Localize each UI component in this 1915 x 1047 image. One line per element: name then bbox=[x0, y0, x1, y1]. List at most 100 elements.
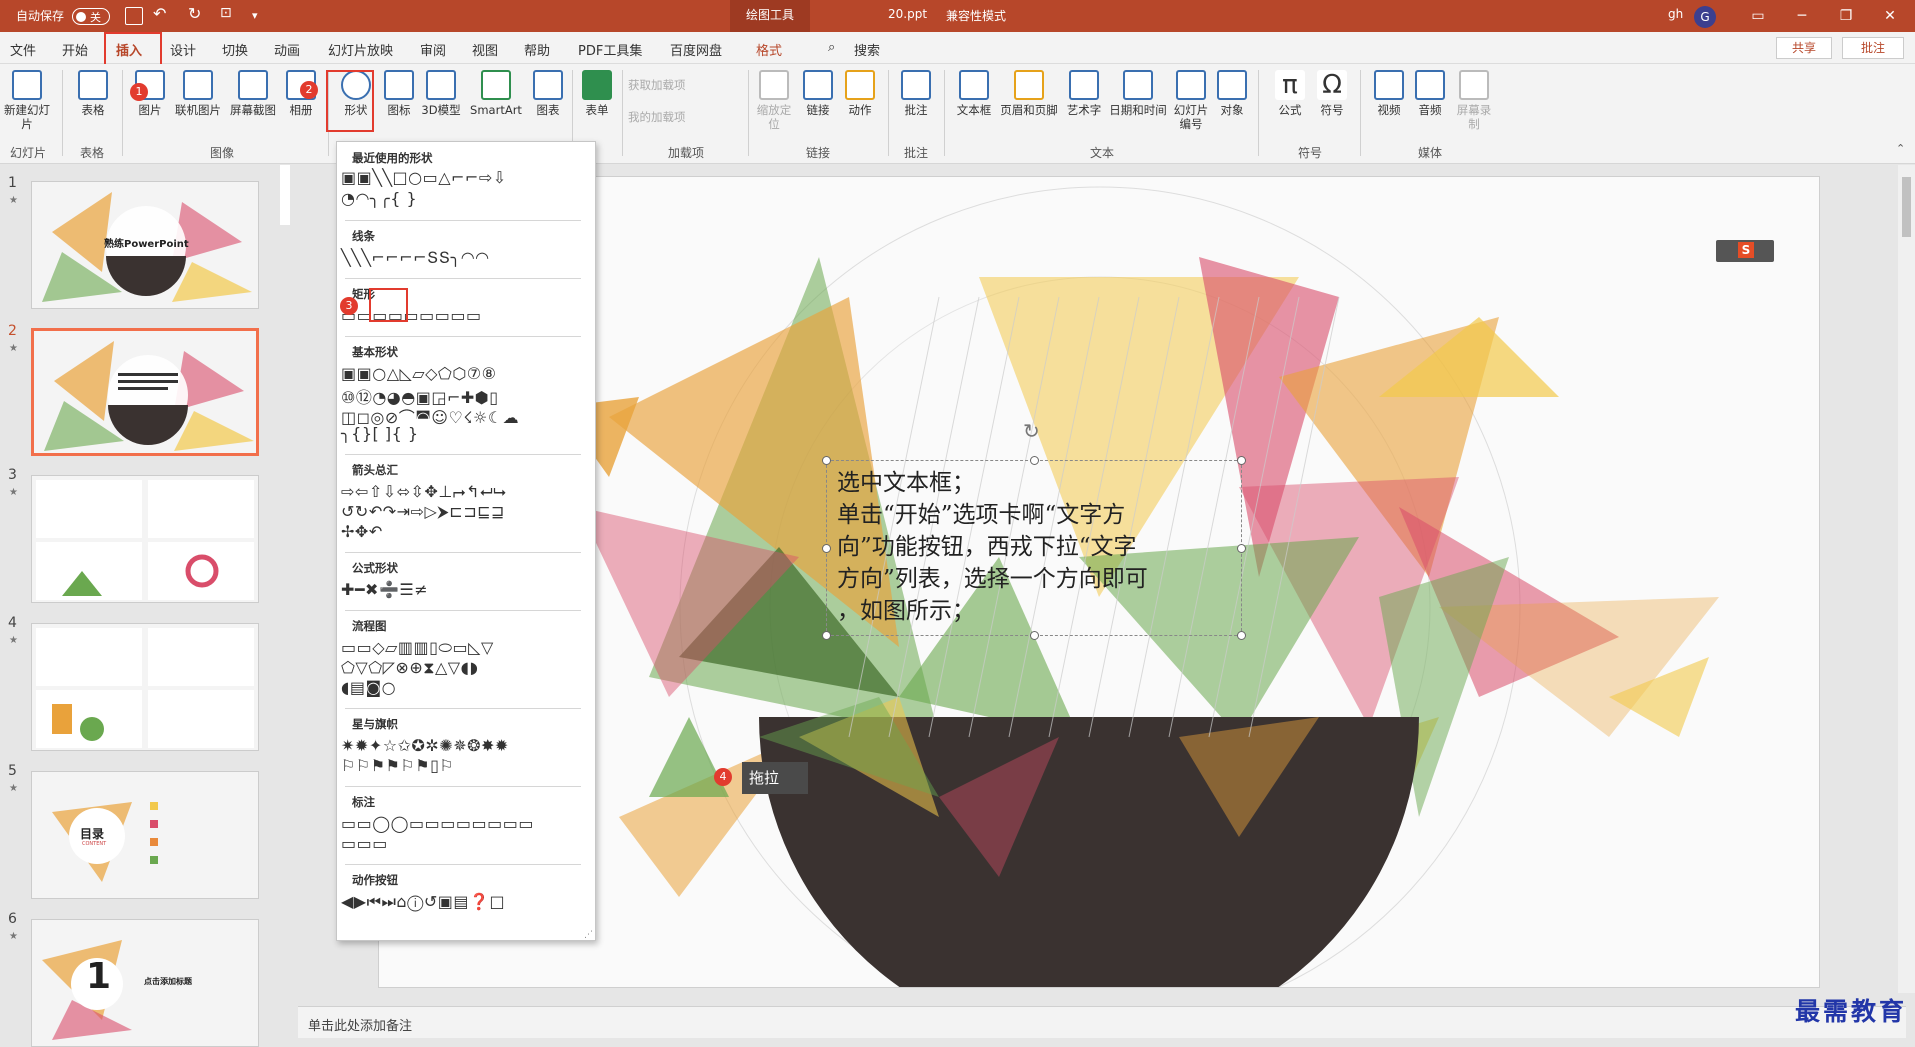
audio-icon bbox=[1415, 70, 1445, 100]
header-footer-button[interactable]: 页眉和页脚 bbox=[996, 70, 1062, 117]
tab-home[interactable]: 开始 bbox=[62, 40, 88, 59]
table-button[interactable]: 表格 bbox=[72, 70, 114, 117]
stars-row-2[interactable]: ⚐⚐⚑⚑⚐⚑▯⚐ bbox=[341, 756, 454, 775]
video-button[interactable]: 视频 bbox=[1368, 70, 1410, 117]
basic-shapes-row-4[interactable]: ╮{}[ ]{ } bbox=[341, 424, 419, 443]
restore-icon[interactable]: ❐ bbox=[1826, 4, 1866, 28]
slide-6-number: 1 bbox=[86, 956, 112, 997]
minimize-icon[interactable]: ─ bbox=[1782, 4, 1822, 28]
editor-scrollbar[interactable] bbox=[1898, 165, 1915, 993]
search-label[interactable]: 搜索 bbox=[854, 40, 880, 59]
thumbnails-scrollbar[interactable] bbox=[280, 165, 290, 225]
link-button[interactable]: 链接 bbox=[798, 70, 838, 117]
arrows-row-1[interactable]: ⇨⇦⇧⇩⬄⇳✥⊥⮣↰⮠⮡ bbox=[341, 482, 507, 502]
share-button[interactable]: 共享 bbox=[1776, 37, 1832, 59]
slide-number-button[interactable]: 幻灯片编号 bbox=[1170, 70, 1212, 131]
wordart-button[interactable]: 艺术字 bbox=[1062, 70, 1106, 117]
comment-button[interactable]: 批注 bbox=[896, 70, 936, 117]
chart-button[interactable]: 图表 bbox=[528, 70, 568, 117]
tab-review[interactable]: 审阅 bbox=[420, 40, 446, 59]
smartart-button[interactable]: SmartArt bbox=[464, 70, 528, 117]
zoom-button[interactable]: 缩放定位 bbox=[752, 70, 796, 131]
lines-row[interactable]: ╲╲╲⌐⌐⌐⌐ՏՏ╮◠◠ bbox=[341, 248, 490, 267]
tab-animations[interactable]: 动画 bbox=[274, 40, 300, 59]
notes-pane[interactable]: 单击此处添加备注 bbox=[298, 1006, 1906, 1038]
selected-textbox[interactable]: 选中文本框； 单击“开始”选项卡啊“文字方 向”功能按钮，西戎下拉“文字 方向”… bbox=[822, 419, 1246, 640]
resize-handle-bottom-right[interactable] bbox=[1237, 631, 1246, 640]
resize-handle-left[interactable] bbox=[822, 544, 831, 553]
slide-thumb-3[interactable] bbox=[31, 475, 259, 603]
textbox-content[interactable]: 选中文本框； 单击“开始”选项卡啊“文字方 向”功能按钮，西戎下拉“文字 方向”… bbox=[837, 467, 1237, 627]
search-icon[interactable]: ⌕ bbox=[828, 40, 835, 55]
3d-model-button[interactable]: 3D模型 bbox=[420, 70, 462, 117]
stars-row-1[interactable]: ✷✹✦☆✩✪✲✺✵❂✸✹ bbox=[341, 736, 509, 755]
group-separator bbox=[888, 70, 889, 156]
resize-grip-icon[interactable]: ⋰ bbox=[584, 930, 593, 940]
basic-shapes-row-1[interactable]: ▣▣○△◺▱◇⬠⬡⑦⑧ bbox=[341, 364, 496, 383]
forms-button[interactable]: 表单 bbox=[578, 70, 616, 117]
ime-toolbar[interactable]: S bbox=[1716, 240, 1774, 262]
tab-transitions[interactable]: 切换 bbox=[222, 40, 248, 59]
recent-shapes-row-1[interactable]: ▣▣╲╲□○▭△⌐⌐⇨⇩ bbox=[341, 168, 507, 187]
callouts-row-2[interactable]: ▭▭▭ bbox=[341, 834, 388, 853]
customize-qat-icon[interactable]: ▾ bbox=[252, 9, 258, 22]
action-buttons-row[interactable]: ◀▶⏮⏭⌂ⓘ↺▣▤❓□ bbox=[341, 892, 505, 912]
slide-thumb-4[interactable] bbox=[31, 623, 259, 751]
tab-design[interactable]: 设计 bbox=[170, 40, 196, 59]
flowchart-row-1[interactable]: ▭▭◇▱▥▥▯⬭▭◺▽ bbox=[341, 638, 494, 658]
equation-shapes-row[interactable]: ✚━✖➗☰≠ bbox=[341, 580, 428, 599]
screenshot-button[interactable]: 屏幕截图 bbox=[226, 70, 280, 117]
present-icon[interactable]: ⊡ bbox=[220, 5, 232, 21]
close-icon[interactable]: ✕ bbox=[1870, 4, 1910, 28]
scrollbar-thumb[interactable] bbox=[1902, 177, 1911, 237]
save-icon[interactable] bbox=[125, 7, 143, 25]
redo-icon[interactable]: ↻ bbox=[188, 4, 201, 23]
slide-thumb-6[interactable]: 1 点击添加标题 bbox=[31, 919, 259, 1047]
tab-slideshow[interactable]: 幻灯片放映 bbox=[328, 40, 393, 59]
action-button[interactable]: 动作 bbox=[840, 70, 880, 117]
date-time-button[interactable]: 日期和时间 bbox=[1106, 70, 1170, 117]
resize-handle-top-right[interactable] bbox=[1237, 456, 1246, 465]
ribbon-display-icon[interactable]: ▭ bbox=[1738, 4, 1778, 28]
callouts-row-1[interactable]: ▭▭◯◯▭▭▭▭▭▭▭▭ bbox=[341, 814, 534, 833]
collapse-ribbon-icon[interactable]: ⌃ bbox=[1896, 142, 1905, 155]
rotate-handle-icon[interactable]: ↻ bbox=[1023, 419, 1040, 443]
equation-button[interactable]: π 公式 bbox=[1270, 70, 1310, 117]
tab-baidu-netdisk[interactable]: 百度网盘 bbox=[670, 40, 722, 59]
comments-button[interactable]: 批注 bbox=[1842, 37, 1904, 59]
arrows-row-2[interactable]: ↺↻↶↷⇥⇨▷⮞⊏⊐⊑⊒ bbox=[341, 502, 505, 522]
tab-help[interactable]: 帮助 bbox=[524, 40, 550, 59]
flowchart-row-2[interactable]: ⬠▽⬠◸⊗⊕⧗△▽◖◗ bbox=[341, 658, 478, 678]
screen-recording-button[interactable]: 屏幕录制 bbox=[1452, 70, 1496, 131]
textbox-button[interactable]: 文本框 bbox=[952, 70, 996, 117]
avatar[interactable]: G bbox=[1694, 6, 1716, 28]
arrows-row-3[interactable]: ✢✥↶ bbox=[341, 522, 383, 541]
slide-thumb-2[interactable] bbox=[31, 328, 259, 456]
tab-file[interactable]: 文件 bbox=[10, 40, 36, 59]
slide-thumb-1[interactable]: 熟练PowerPoint bbox=[31, 181, 259, 309]
resize-handle-bottom-left[interactable] bbox=[822, 631, 831, 640]
rectangles-row[interactable]: ▭▭▭▭▭▭▭▭▭ bbox=[341, 306, 482, 325]
icons-button[interactable]: 图标 bbox=[380, 70, 418, 117]
new-slide-button[interactable]: 新建幻灯片 bbox=[4, 70, 50, 131]
symbol-button[interactable]: Ω 符号 bbox=[1312, 70, 1352, 117]
get-addins-button[interactable]: 获取加载项 bbox=[628, 78, 728, 92]
object-button[interactable]: 对象 bbox=[1212, 70, 1252, 117]
shapes-gallery-menu[interactable]: 最近使用的形状 ▣▣╲╲□○▭△⌐⌐⇨⇩ ◔◠╮╭{ } 线条 ╲╲╲⌐⌐⌐⌐Տ… bbox=[336, 141, 596, 941]
my-addins-button[interactable]: 我的加载项 bbox=[628, 110, 728, 124]
tab-view[interactable]: 视图 bbox=[472, 40, 498, 59]
tab-pdf-tools[interactable]: PDF工具集 bbox=[578, 40, 642, 59]
autosave-toggle[interactable]: 关 bbox=[72, 8, 110, 25]
tab-format[interactable]: 格式 bbox=[756, 40, 782, 59]
recent-shapes-row-2[interactable]: ◔◠╮╭{ } bbox=[341, 189, 417, 208]
resize-handle-right[interactable] bbox=[1237, 544, 1246, 553]
resize-handle-top[interactable] bbox=[1030, 456, 1039, 465]
flowchart-row-3[interactable]: ◖▤◙○ bbox=[341, 678, 396, 697]
undo-icon[interactable]: ↶ bbox=[153, 4, 166, 23]
resize-handle-top-left[interactable] bbox=[822, 456, 831, 465]
audio-button[interactable]: 音频 bbox=[1410, 70, 1450, 117]
online-picture-button[interactable]: 联机图片 bbox=[172, 70, 224, 117]
forms-label: 表单 bbox=[585, 103, 609, 117]
slide-thumb-5[interactable]: 目录 CONTENT bbox=[31, 771, 259, 899]
resize-handle-bottom[interactable] bbox=[1030, 631, 1039, 640]
